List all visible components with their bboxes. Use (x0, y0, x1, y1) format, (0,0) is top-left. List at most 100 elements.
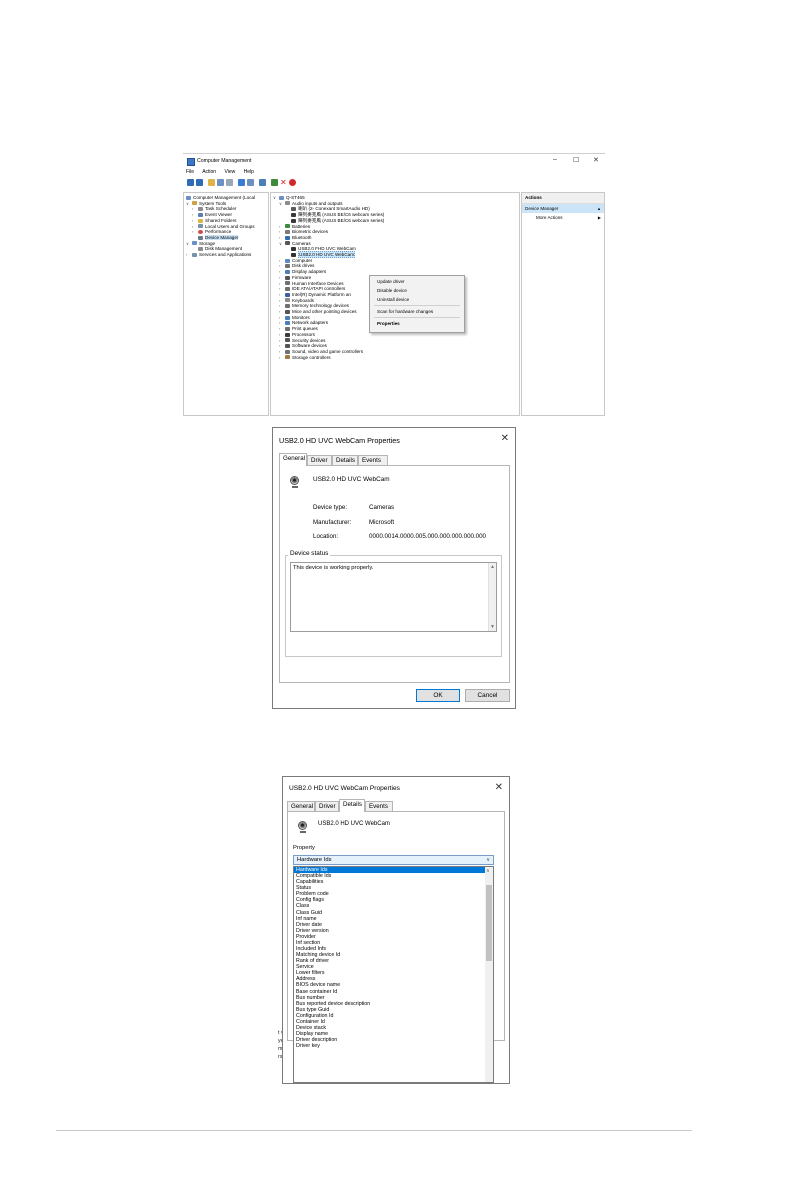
tab-general[interactable]: General (279, 453, 307, 466)
property-dropdown[interactable]: Hardware Ids ∨ (293, 855, 494, 865)
tab-general[interactable]: General (287, 801, 315, 811)
device-tree-label: Keyboards (292, 297, 314, 303)
more-actions[interactable]: More Actions ▶ (522, 213, 604, 223)
ok-button[interactable]: OK (416, 689, 460, 702)
device-tree-label: Memory technology devices (292, 303, 349, 309)
menu-help[interactable]: Help (244, 169, 254, 175)
speaker-icon (285, 201, 290, 206)
menu-properties[interactable]: Properties (377, 321, 400, 326)
tab-driver[interactable]: Driver (307, 455, 332, 465)
tab-driver[interactable]: Driver (315, 801, 339, 811)
menu-bar: File Action View Help (186, 169, 261, 175)
update-driver-icon[interactable] (271, 179, 278, 186)
listbox-scrollbar[interactable]: ∧ (485, 867, 493, 1082)
help-icon[interactable] (238, 179, 245, 186)
webcam-icon (291, 247, 296, 252)
cancel-button[interactable]: Cancel (465, 689, 510, 702)
device-tree-label: 陣列麥克風 (ASUS BE/C6 webcam series) (298, 217, 385, 223)
maximize-button[interactable]: ☐ (573, 156, 579, 164)
menu-action[interactable]: Action (202, 169, 216, 175)
show-hide-tree-icon[interactable] (217, 179, 224, 186)
tab-details[interactable]: Details (339, 799, 365, 812)
page-divider (56, 1130, 692, 1131)
scroll-up-icon[interactable]: ▲ (490, 564, 495, 570)
location-label: Location: (313, 533, 339, 540)
device-tree-label: Display adapters (292, 269, 327, 275)
device-tree-label: Batteries (292, 223, 311, 229)
scroll-up-icon[interactable]: ∧ (486, 868, 490, 874)
up-folder-icon[interactable] (208, 179, 215, 186)
property-label: Property (293, 845, 315, 851)
collapse-up-icon: ▲ (597, 205, 601, 211)
device-tree-label: Bluetooth (292, 234, 312, 240)
chip-icon (285, 275, 290, 280)
property-listbox[interactable]: Hardware Ids Compatible Ids Capabilities St… (293, 866, 494, 1083)
device-tree-label: 陣列麥克風 (ASUS BE/C6 webcam series) (298, 212, 385, 218)
device-tree-label: Processors (292, 331, 315, 337)
menu-separator (374, 305, 460, 306)
webcam-icon (291, 252, 296, 257)
menu-view[interactable]: View (224, 169, 235, 175)
webcam-icon (290, 476, 299, 488)
context-menu: Update driver Disable device Uninstall d… (369, 275, 465, 333)
memory-icon (285, 304, 290, 309)
tab-details[interactable]: Details (332, 455, 358, 465)
manufacturer-value: Microsoft (369, 519, 395, 526)
device-tree-item[interactable]: › Storage controllers (273, 355, 517, 361)
tab-events[interactable]: Events (365, 801, 393, 811)
users-icon (198, 224, 203, 229)
folder-icon (198, 218, 203, 223)
device-tree-label: Sound, video and game controllers (292, 348, 363, 354)
device-tree-label: Monitors (292, 314, 310, 320)
storage-icon (192, 241, 197, 246)
back-arrow-icon[interactable] (187, 179, 194, 186)
tools-icon (192, 201, 197, 206)
scroll-down-icon[interactable]: ▼ (490, 624, 495, 630)
device-name: USB2.0 HD UVC WebCam (318, 821, 390, 827)
controller-icon (285, 287, 290, 292)
device-status-textbox[interactable]: This device is working properly. ▲ ▼ (290, 562, 497, 632)
toolbar: ✕ (186, 178, 602, 188)
device-tree-label: Biometric devices (292, 229, 328, 235)
scrollbar-thumb[interactable] (486, 885, 492, 961)
close-button[interactable]: ✕ (593, 156, 599, 164)
device-type-value: Cameras (369, 504, 395, 511)
tree-item-services[interactable]: › Services and Applications (186, 252, 266, 258)
property-option[interactable]: Driver key (294, 1043, 493, 1049)
dialog-title: USB2.0 HD UVC WebCam Properties (289, 785, 400, 792)
computer-icon (285, 258, 290, 263)
uninstall-x-icon[interactable]: ✕ (280, 179, 287, 187)
monitor-icon[interactable] (259, 179, 266, 186)
status-scrollbar[interactable]: ▲ ▼ (488, 563, 496, 631)
disk-icon (285, 264, 290, 269)
properties-icon[interactable] (247, 179, 254, 186)
menu-update-driver[interactable]: Update driver (377, 279, 405, 284)
device-type-label: Device type: (313, 504, 348, 511)
forward-arrow-icon[interactable] (196, 179, 203, 186)
computer-management-icon (187, 158, 195, 166)
device-tree-label: Mice and other pointing devices (292, 309, 357, 315)
actions-pane: Actions Device Manager ▲ More Actions ▶ (521, 192, 605, 416)
minimize-button[interactable]: – (553, 156, 557, 163)
device-tree-label: Q-ST465 (286, 195, 305, 200)
tab-events[interactable]: Events (358, 455, 388, 465)
scan-hardware-icon[interactable] (289, 179, 296, 186)
menu-uninstall-device[interactable]: Uninstall device (377, 297, 409, 302)
device-tree-label: Cameras (292, 240, 311, 246)
close-icon[interactable]: ✕ (495, 782, 503, 793)
close-icon[interactable]: ✕ (501, 433, 509, 444)
actions-header: Actions (522, 193, 604, 204)
properties-dialog-general: USB2.0 HD UVC WebCam Properties ✕ Genera… (272, 427, 516, 709)
properties-dialog-details: USB2.0 HD UVC WebCam Properties ✕ Genera… (282, 776, 510, 1084)
menu-file[interactable]: File (186, 169, 194, 175)
device-status-legend: Device status (288, 550, 331, 557)
export-list-icon[interactable] (226, 179, 233, 186)
printer-icon (285, 326, 290, 331)
performance-icon (198, 230, 203, 234)
device-tree-label: Audio inputs and outputs (292, 200, 343, 206)
actions-device-manager[interactable]: Device Manager ▲ (522, 203, 604, 214)
menu-disable-device[interactable]: Disable device (377, 288, 407, 293)
battery-icon (285, 224, 290, 229)
menu-scan-hardware[interactable]: Scan for hardware changes (377, 309, 433, 314)
camera-icon (285, 241, 290, 246)
